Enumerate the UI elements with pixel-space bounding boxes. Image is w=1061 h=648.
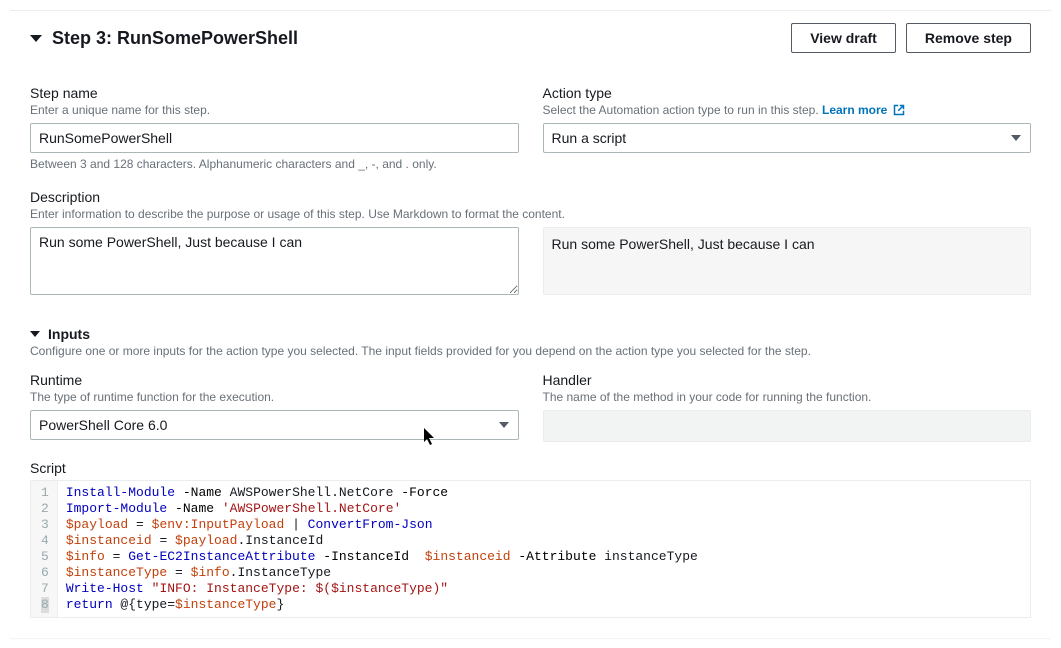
runtime-hint: The type of runtime function for the exe… [30, 390, 519, 404]
step-header: Step 3: RunSomePowerShell View draft Rem… [10, 11, 1051, 67]
step-name-field: Step name Enter a unique name for this s… [30, 85, 519, 171]
description-preview: Run some PowerShell, Just because I can [543, 227, 1032, 295]
learn-more-link[interactable]: Learn more [822, 103, 905, 117]
runtime-select[interactable]: PowerShell Core 6.0 [30, 410, 519, 440]
inputs-section-title: Inputs [48, 326, 90, 342]
step-title: Step 3: RunSomePowerShell [52, 28, 298, 49]
script-code[interactable]: Install-Module -Name AWSPowerShell.NetCo… [58, 481, 1030, 617]
action-type-hint-text: Select the Automation action type to run… [543, 103, 823, 117]
step-name-input[interactable] [30, 123, 519, 153]
description-label: Description [30, 189, 1031, 205]
action-type-hint: Select the Automation action type to run… [543, 103, 1032, 117]
inputs-section-hint: Configure one or more inputs for the act… [30, 344, 1031, 358]
action-type-select[interactable]: Run a script [543, 123, 1032, 153]
step-body: Step name Enter a unique name for this s… [10, 67, 1051, 638]
step-header-left[interactable]: Step 3: RunSomePowerShell [30, 28, 298, 49]
handler-hint: The name of the method in your code for … [543, 390, 1032, 404]
external-link-icon [893, 104, 905, 116]
script-editor[interactable]: 12345678 Install-Module -Name AWSPowerSh… [30, 480, 1031, 618]
learn-more-label: Learn more [822, 103, 887, 117]
collapse-caret-icon[interactable] [30, 331, 40, 337]
view-draft-button[interactable]: View draft [791, 23, 896, 53]
step-name-hint: Enter a unique name for this step. [30, 103, 519, 117]
step-header-actions: View draft Remove step [791, 23, 1031, 53]
description-textarea[interactable] [30, 227, 519, 295]
inputs-section-header[interactable]: Inputs [30, 326, 1031, 342]
collapse-caret-icon[interactable] [30, 35, 42, 42]
step-name-constraint: Between 3 and 128 characters. Alphanumer… [30, 157, 519, 171]
description-hint: Enter information to describe the purpos… [30, 207, 1031, 221]
remove-step-button[interactable]: Remove step [906, 23, 1031, 53]
runtime-field: Runtime The type of runtime function for… [30, 372, 519, 442]
action-type-label: Action type [543, 85, 1032, 101]
handler-input [543, 410, 1032, 442]
action-type-field: Action type Select the Automation action… [543, 85, 1032, 171]
step-card: Step 3: RunSomePowerShell View draft Rem… [10, 10, 1051, 638]
handler-label: Handler [543, 372, 1032, 388]
runtime-label: Runtime [30, 372, 519, 388]
script-label: Script [30, 460, 1031, 476]
step-name-label: Step name [30, 85, 519, 101]
script-gutter: 12345678 [31, 481, 58, 617]
handler-field: Handler The name of the method in your c… [543, 372, 1032, 442]
